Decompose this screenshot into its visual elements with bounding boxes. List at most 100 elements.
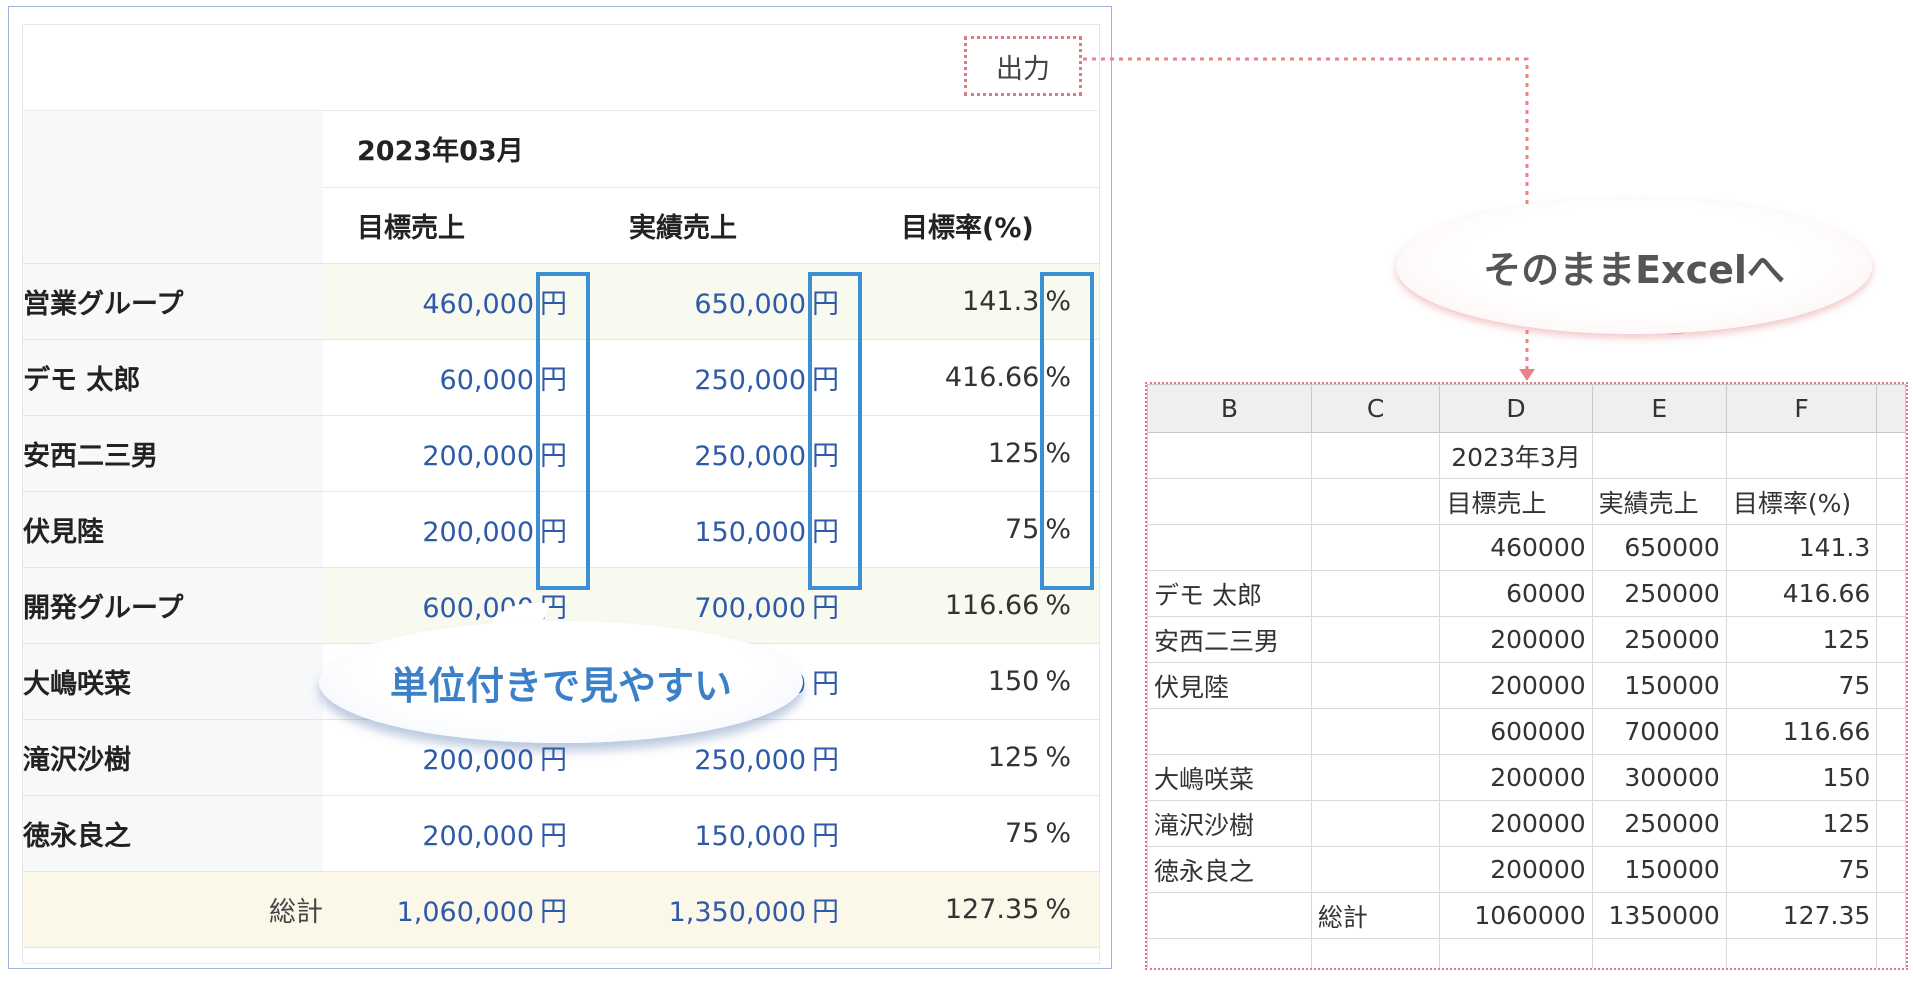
excel-cell[interactable]	[1725, 432, 1878, 479]
actual-value: 650,000	[694, 288, 806, 320]
yen-unit: 円	[812, 668, 839, 700]
excel-cell-b[interactable]: 大嶋咲菜	[1147, 754, 1312, 801]
excel-col-header-f[interactable]: F	[1725, 384, 1878, 433]
excel-cell-d[interactable]: 460000	[1439, 524, 1593, 571]
actual-value: 150,000	[694, 820, 806, 852]
excel-cell-month[interactable]: 2023年3月	[1439, 432, 1593, 479]
excel-cell-b[interactable]	[1147, 892, 1312, 939]
excel-cell[interactable]	[1876, 846, 1906, 893]
excel-cell-f[interactable]: 116.66	[1725, 708, 1878, 755]
excel-cell-e[interactable]: 650000	[1591, 524, 1727, 571]
excel-cell-c[interactable]	[1310, 846, 1441, 893]
excel-cell-c[interactable]	[1310, 616, 1441, 663]
excel-col-header-extra[interactable]	[1876, 384, 1906, 433]
total-actual-value: 1,350,000	[668, 896, 806, 928]
excel-callout: そのままExcelへ	[1396, 198, 1872, 334]
excel-cell-b[interactable]	[1147, 708, 1312, 755]
excel-cell-c[interactable]	[1310, 800, 1441, 847]
excel-cell-d[interactable]: 600000	[1439, 708, 1593, 755]
excel-cell-f[interactable]	[1725, 938, 1878, 968]
excel-cell[interactable]	[1876, 524, 1906, 571]
excel-cell[interactable]	[1876, 892, 1906, 939]
excel-cell[interactable]	[1591, 432, 1727, 479]
excel-cell[interactable]	[1876, 754, 1906, 801]
excel-cell-e[interactable]	[1591, 938, 1727, 968]
excel-cell-e[interactable]: 250000	[1591, 570, 1727, 617]
rate-value: 125	[987, 741, 1040, 773]
excel-cell[interactable]	[1310, 478, 1441, 525]
excel-cell-d[interactable]: 200000	[1439, 800, 1593, 847]
excel-cell-label[interactable]: 目標率(%)	[1725, 478, 1878, 525]
excel-cell-c[interactable]	[1310, 938, 1441, 968]
excel-sheet: B C D E F 2023年3月 目標売上 実績売上 目標率(%) 46000…	[1145, 382, 1908, 970]
excel-cell[interactable]	[1876, 432, 1906, 479]
excel-cell-d[interactable]: 1060000	[1439, 892, 1593, 939]
excel-cell-f[interactable]: 125	[1725, 800, 1878, 847]
excel-cell-b[interactable]: 滝沢沙樹	[1147, 800, 1312, 847]
excel-cell-d[interactable]: 200000	[1439, 616, 1593, 663]
excel-col-header-d[interactable]: D	[1439, 384, 1593, 433]
percent-unit: %	[1045, 665, 1072, 697]
rate-value: 141.3	[962, 285, 1040, 317]
excel-cell-label[interactable]: 目標売上	[1439, 478, 1593, 525]
excel-cell-e[interactable]: 150000	[1591, 662, 1727, 709]
excel-cell[interactable]	[1147, 478, 1312, 525]
actual-value: 250,000	[694, 744, 806, 776]
target-value: 60,000	[439, 364, 534, 396]
excel-cell-c[interactable]	[1310, 708, 1441, 755]
excel-cell-c[interactable]	[1310, 570, 1441, 617]
excel-cell-f[interactable]: 75	[1725, 662, 1878, 709]
excel-cell-e[interactable]: 1350000	[1591, 892, 1727, 939]
excel-cell[interactable]	[1876, 938, 1906, 968]
excel-cell-e[interactable]: 250000	[1591, 800, 1727, 847]
excel-col-header-b[interactable]: B	[1147, 384, 1312, 433]
excel-cell-f[interactable]: 75	[1725, 846, 1878, 893]
excel-cell-d[interactable]	[1439, 938, 1593, 968]
excel-cell[interactable]	[1876, 800, 1906, 847]
member-row: 徳永良之 200,000 円 150,000 円 75%	[23, 795, 1100, 872]
col-header-actual: 実績売上	[595, 187, 867, 264]
excel-cell-b[interactable]: 徳永良之	[1147, 846, 1312, 893]
excel-cell-c[interactable]: 総計	[1310, 892, 1441, 939]
excel-cell-f[interactable]: 141.3	[1725, 524, 1878, 571]
excel-cell-d[interactable]: 200000	[1439, 662, 1593, 709]
excel-row: 600000 700000 116.66	[1147, 708, 1906, 755]
excel-row: 伏見陸 200000 150000 75	[1147, 662, 1906, 709]
excel-cell-label[interactable]: 実績売上	[1591, 478, 1727, 525]
excel-cell-b[interactable]: 安西二三男	[1147, 616, 1312, 663]
excel-cell-f[interactable]: 127.35	[1725, 892, 1878, 939]
month-header-row: 2023年03月	[23, 111, 1100, 264]
excel-cell-e[interactable]: 150000	[1591, 846, 1727, 893]
excel-cell[interactable]	[1310, 432, 1441, 479]
excel-col-header-e[interactable]: E	[1591, 384, 1727, 433]
rate-value: 75	[1005, 513, 1040, 545]
excel-cell-d[interactable]: 60000	[1439, 570, 1593, 617]
excel-cell-e[interactable]: 700000	[1591, 708, 1727, 755]
excel-cell-e[interactable]: 250000	[1591, 616, 1727, 663]
excel-col-header-c[interactable]: C	[1310, 384, 1441, 433]
excel-cell[interactable]	[1876, 570, 1906, 617]
export-button[interactable]: 出力	[964, 36, 1082, 96]
excel-cell-d[interactable]: 200000	[1439, 846, 1593, 893]
excel-cell[interactable]	[1876, 662, 1906, 709]
excel-cell-b[interactable]: 伏見陸	[1147, 662, 1312, 709]
excel-cell[interactable]	[1876, 708, 1906, 755]
excel-body: 2023年3月 目標売上 実績売上 目標率(%) 460000 650000 141…	[1147, 432, 1906, 968]
excel-cell[interactable]	[1876, 616, 1906, 663]
excel-cell-d[interactable]: 200000	[1439, 754, 1593, 801]
excel-cell-f[interactable]: 416.66	[1725, 570, 1878, 617]
excel-cell-b[interactable]: デモ 太郎	[1147, 570, 1312, 617]
excel-cell-c[interactable]	[1310, 662, 1441, 709]
excel-cell-f[interactable]: 125	[1725, 616, 1878, 663]
excel-cell-b[interactable]	[1147, 938, 1312, 968]
excel-cell-f[interactable]: 150	[1725, 754, 1878, 801]
excel-cell[interactable]	[1876, 478, 1906, 525]
excel-cell-c[interactable]	[1310, 754, 1441, 801]
rate-value: 75	[1005, 817, 1040, 849]
excel-cell[interactable]	[1147, 432, 1312, 479]
excel-cell-e[interactable]: 300000	[1591, 754, 1727, 801]
rate-value: 150	[987, 665, 1040, 697]
excel-cell-c[interactable]	[1310, 524, 1441, 571]
excel-cell-b[interactable]	[1147, 524, 1312, 571]
percent-unit: %	[1045, 893, 1072, 925]
